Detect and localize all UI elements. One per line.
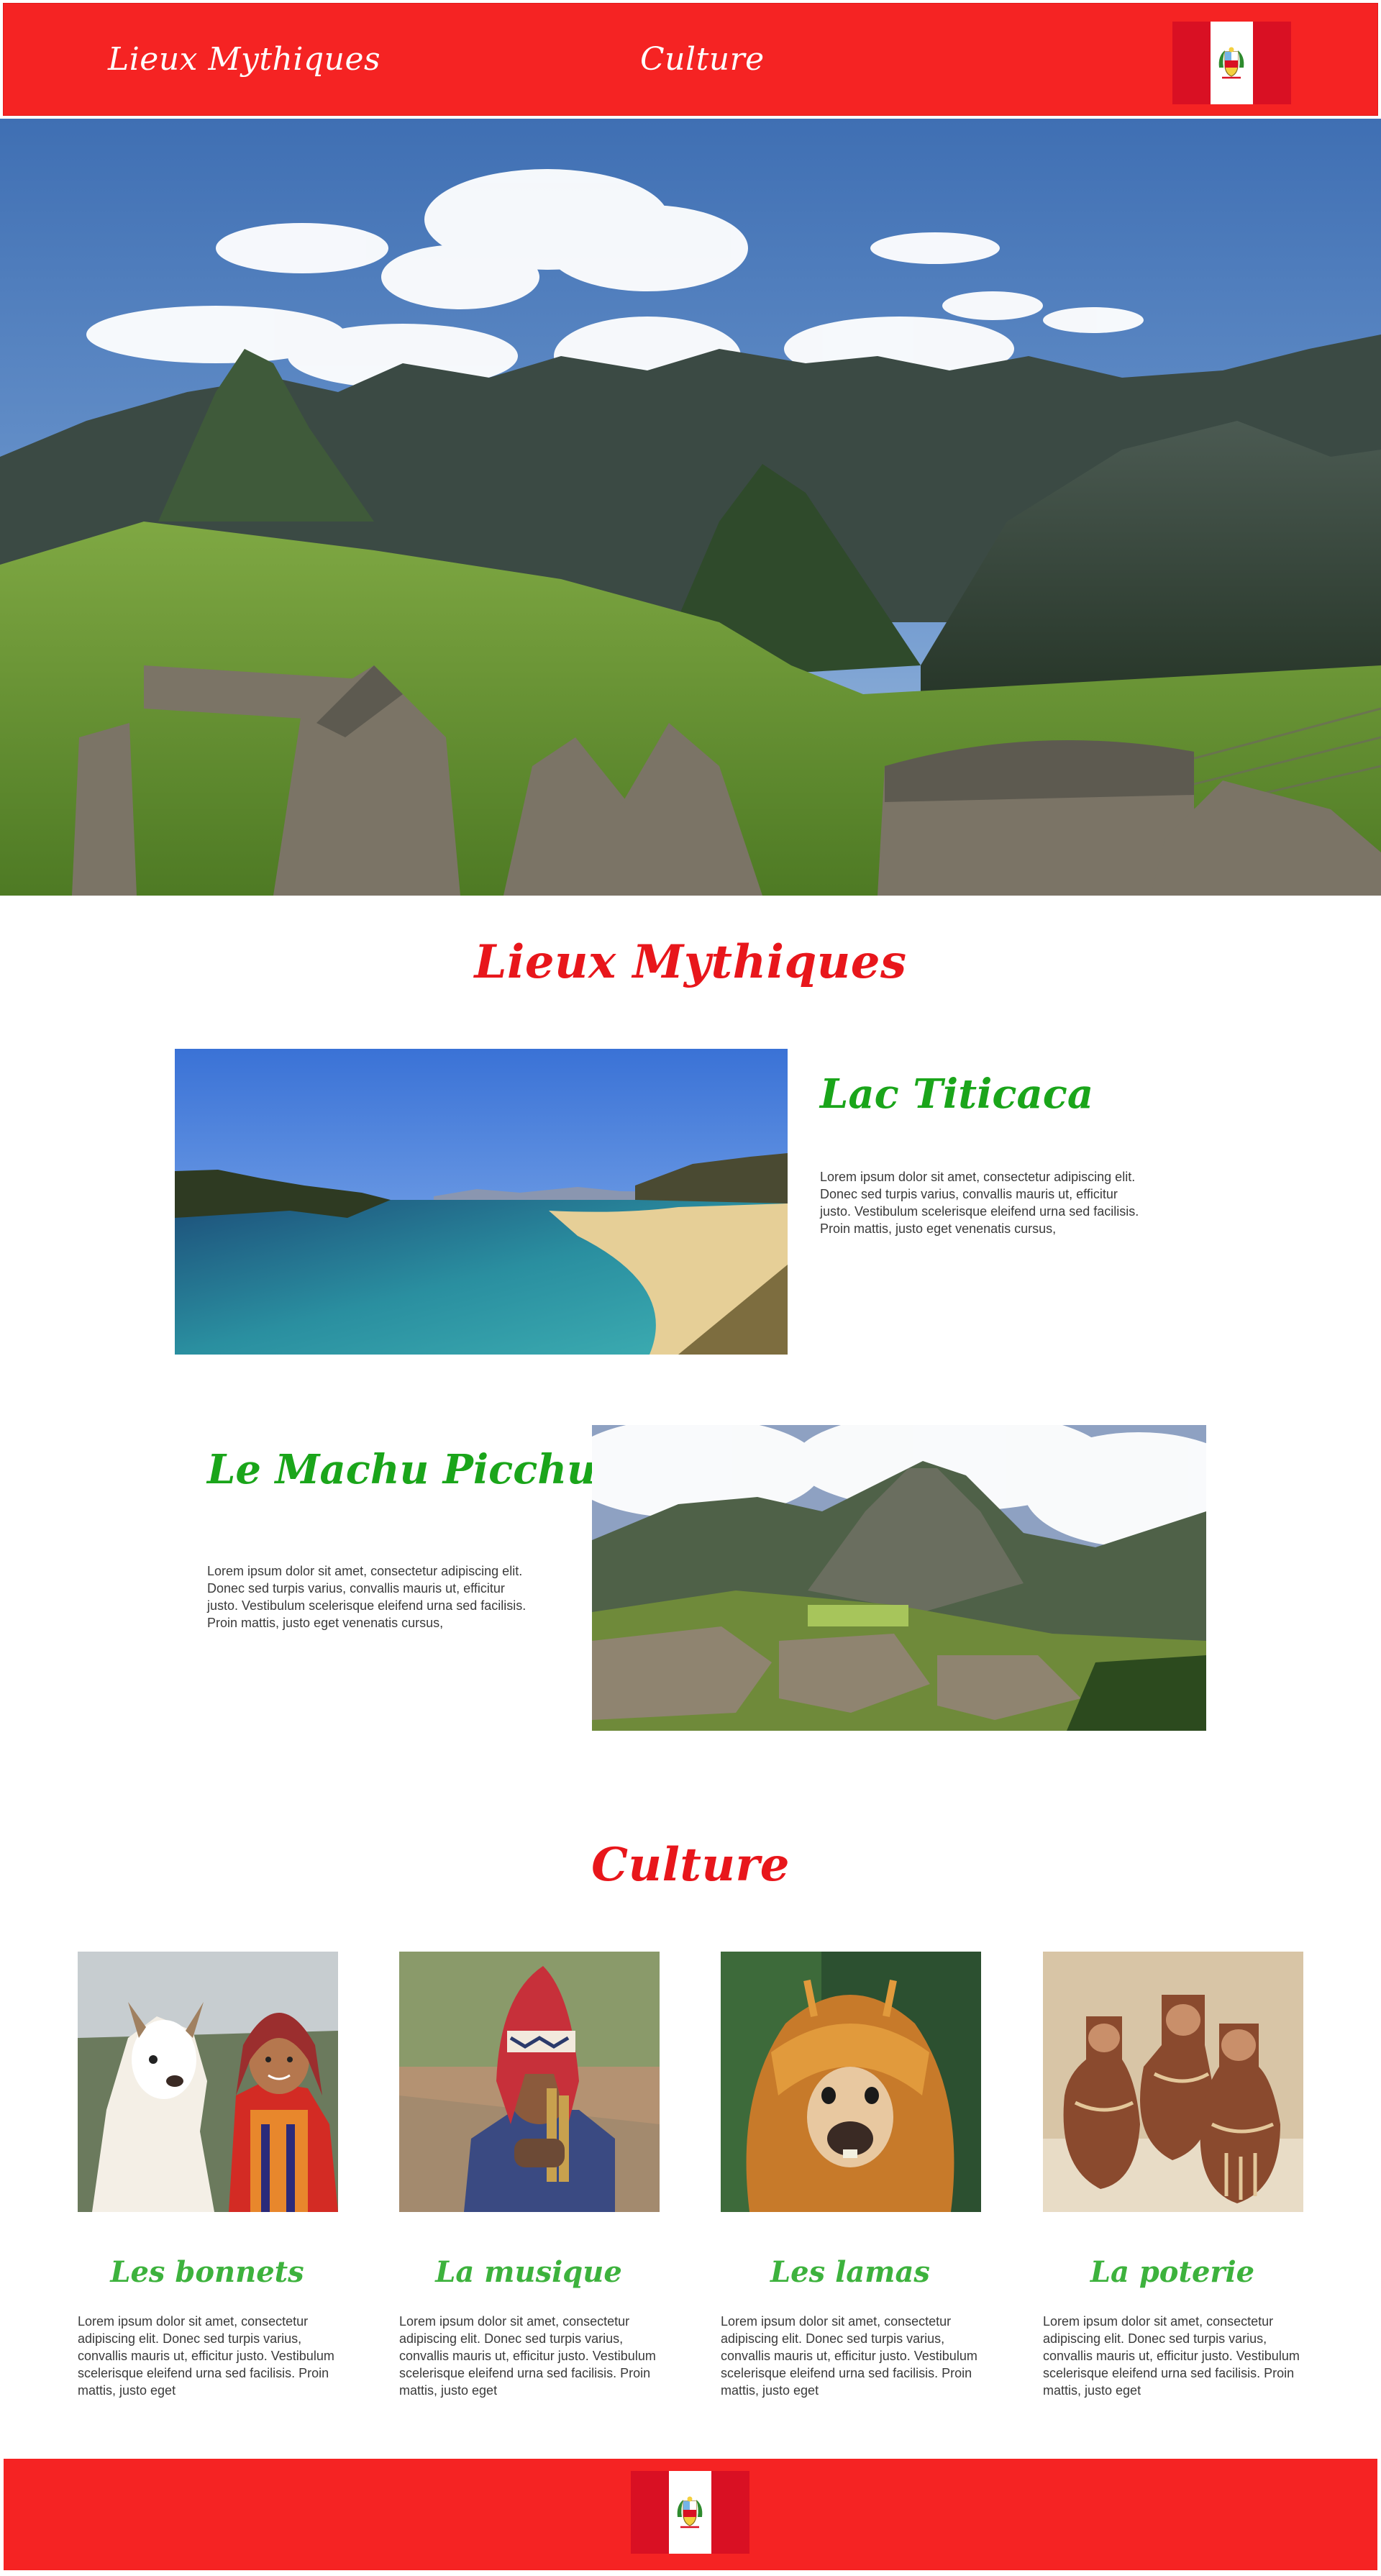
card-text-la-musique: Lorem ipsum dolor sit amet, consectetur … xyxy=(399,2314,656,2398)
card-text-les-bonnets: Lorem ipsum dolor sit amet, consectetur … xyxy=(78,2314,334,2398)
feature-text-lac-titicaca: Lorem ipsum dolor sit amet, consectetur … xyxy=(820,1170,1139,1236)
photo-la-poterie xyxy=(1043,1952,1303,2212)
section-title-culture: Culture xyxy=(591,1838,790,1892)
card-text-la-poterie: Lorem ipsum dolor sit amet, consectetur … xyxy=(1043,2314,1300,2398)
peru-flag-icon xyxy=(1172,22,1291,104)
photo-la-musique xyxy=(399,1952,660,2212)
photo-machu-picchu xyxy=(592,1425,1206,1731)
feature-title-lac-titicaca: Lac Titicaca xyxy=(820,1070,1094,1118)
card-title-les-bonnets: Les bonnets xyxy=(110,2255,304,2289)
feature-text-machu-picchu: Lorem ipsum dolor sit amet, consectetur … xyxy=(207,1564,527,1630)
photo-les-bonnets xyxy=(78,1952,338,2212)
card-title-la-musique: La musique xyxy=(435,2255,622,2289)
photo-lac-titicaca xyxy=(175,1049,788,1355)
nav-link-lieux-mythiques[interactable]: Lieux Mythiques xyxy=(108,41,380,78)
card-title-les-lamas: Les lamas xyxy=(770,2255,930,2289)
hero-machu-picchu-panorama xyxy=(0,119,1381,896)
feature-title-machu-picchu: Le Machu Picchu xyxy=(207,1446,596,1493)
card-text-les-lamas: Lorem ipsum dolor sit amet, consectetur … xyxy=(721,2314,977,2398)
site-header: Lieux Mythiques Culture xyxy=(4,4,1377,115)
section-title-lieux-mythiques: Lieux Mythiques xyxy=(474,935,907,989)
card-title-la-poterie: La poterie xyxy=(1090,2255,1255,2289)
peru-flag-icon xyxy=(631,2471,749,2554)
photo-les-lamas xyxy=(721,1952,981,2212)
nav-link-culture[interactable]: Culture xyxy=(640,41,765,78)
